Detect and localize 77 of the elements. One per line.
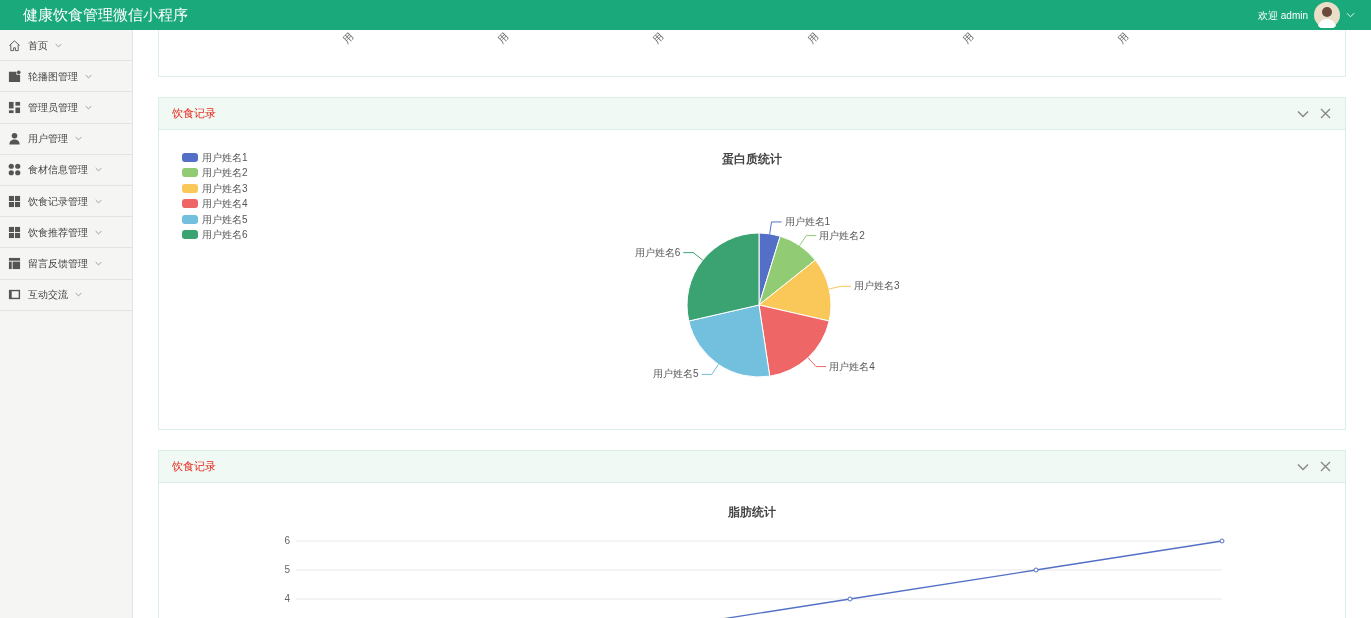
- y-tick-label: 5: [284, 564, 290, 575]
- slice-label: 用户姓名1: [784, 215, 831, 227]
- chevron-down-icon: [55, 42, 62, 48]
- legend-swatch[interactable]: [182, 199, 198, 209]
- table-icon: [8, 256, 21, 270]
- close-icon: [1319, 108, 1331, 119]
- slice-label: 用户姓名3: [853, 280, 900, 292]
- panel-icon: [8, 288, 21, 302]
- leader-line: [799, 235, 817, 246]
- legend-label: 用户姓名1: [202, 150, 248, 165]
- slice-label: 用户姓名4: [829, 360, 875, 372]
- legend-label: 用户姓名6: [202, 228, 248, 243]
- slice-label: 用户姓名2: [819, 229, 865, 241]
- chevron-down-icon: [95, 260, 102, 266]
- legend-swatch[interactable]: [182, 214, 198, 224]
- chevron-down-icon: [95, 229, 102, 235]
- app-title: 健康饮食管理微信小程序: [23, 4, 188, 25]
- image-icon: [8, 69, 21, 83]
- sidebar-item[interactable]: 轮播图管理: [0, 61, 132, 93]
- axis-label: 用: [805, 30, 821, 46]
- dropdown-caret-icon: [1346, 12, 1355, 18]
- leader-line: [701, 364, 719, 375]
- sidebar-item[interactable]: 管理员管理: [0, 92, 132, 124]
- chevron-down-icon: [75, 292, 82, 298]
- grid-icon: [8, 225, 21, 239]
- line-point: [847, 596, 853, 602]
- line-point: [1219, 538, 1225, 544]
- sidebar-item[interactable]: 用户管理: [0, 123, 132, 155]
- card-title: 饮食记录: [172, 106, 216, 122]
- slice-label: 用户姓名5: [653, 368, 699, 380]
- sidebar-item[interactable]: 留言反馈管理: [0, 248, 132, 280]
- close-button[interactable]: [1318, 106, 1332, 121]
- leader-line: [769, 221, 782, 235]
- avatar-icon[interactable]: [1314, 2, 1340, 28]
- legend-swatch[interactable]: [182, 230, 198, 240]
- legend-swatch[interactable]: [182, 152, 198, 162]
- slice-label: 用户姓名6: [634, 246, 681, 258]
- dots-icon: [8, 163, 21, 177]
- line-point: [1033, 567, 1039, 573]
- chart-title: 脂肪统计: [728, 504, 776, 521]
- chart-title: 蛋白质统计: [722, 151, 782, 168]
- chevron-down-icon: [75, 136, 82, 142]
- chevron-down-icon: [1297, 462, 1309, 471]
- legend-swatch[interactable]: [182, 183, 198, 193]
- axis-label: 用: [495, 30, 511, 46]
- axis-label: 用: [650, 30, 666, 46]
- chevron-down-icon: [95, 167, 102, 173]
- blocks-icon: [8, 100, 21, 114]
- legend-label: 用户姓名5: [202, 212, 248, 227]
- sidebar-item[interactable]: 饮食推荐管理: [0, 217, 132, 249]
- leader-line: [807, 357, 827, 368]
- welcome-text: 欢迎 admin: [1258, 8, 1308, 23]
- chevron-down-icon: [95, 198, 102, 204]
- sidebar-item[interactable]: 食材信息管理: [0, 154, 132, 186]
- legend-swatch[interactable]: [182, 168, 198, 178]
- sidebar-item[interactable]: 互动交流: [0, 279, 132, 311]
- axis-label: 用: [960, 30, 976, 46]
- y-tick-label: 4: [284, 593, 290, 604]
- y-tick-label: 6: [284, 535, 290, 546]
- chevron-down-icon: [85, 73, 92, 79]
- user-icon: [8, 132, 21, 146]
- axis-label: 用: [340, 30, 356, 46]
- chevron-down-icon: [85, 104, 92, 110]
- sidebar-item[interactable]: 首页: [0, 30, 132, 62]
- legend-label: 用户姓名2: [202, 166, 248, 181]
- legend-label: 用户姓名4: [202, 197, 248, 212]
- close-icon: [1319, 461, 1331, 472]
- chevron-down-icon: [1297, 109, 1309, 118]
- sidebar-item[interactable]: 饮食记录管理: [0, 185, 132, 218]
- leader-line: [682, 252, 704, 261]
- leader-line: [828, 285, 852, 290]
- grid-icon: [8, 194, 21, 208]
- legend-label: 用户姓名3: [202, 181, 248, 196]
- home-icon: [8, 38, 21, 52]
- axis-label: 用: [1115, 30, 1131, 46]
- close-button[interactable]: [1318, 459, 1332, 474]
- card-title: 饮食记录: [172, 459, 216, 475]
